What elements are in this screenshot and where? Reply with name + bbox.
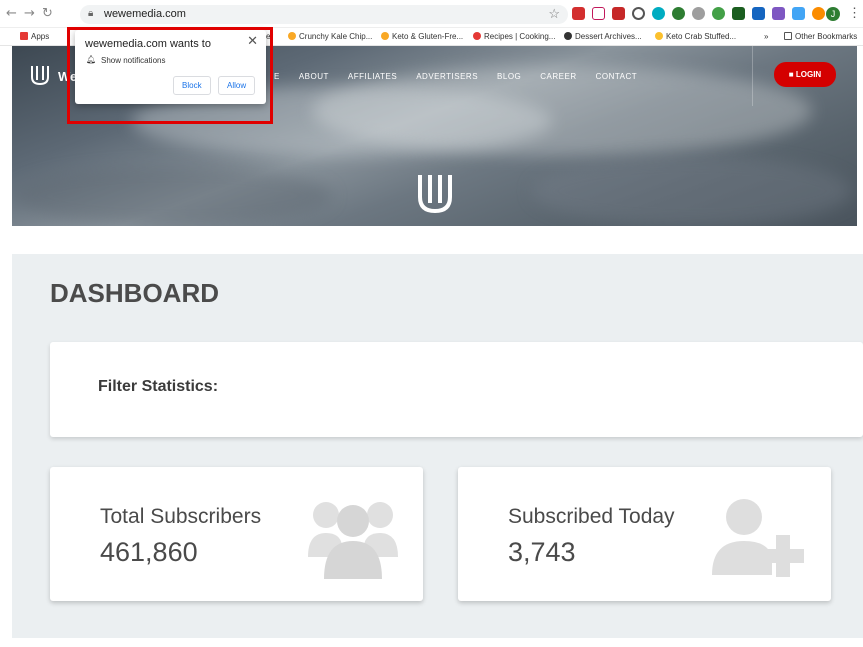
- bookmark-star-icon[interactable]: ☆: [548, 6, 560, 22]
- forward-icon[interactable]: →: [24, 6, 35, 21]
- bell-icon: 🔔︎: [86, 55, 97, 64]
- extension-icon[interactable]: [612, 7, 625, 20]
- close-icon[interactable]: ✕: [247, 33, 258, 49]
- extension-icon[interactable]: [812, 7, 825, 20]
- profile-avatar[interactable]: J: [826, 7, 840, 21]
- site-favicon-icon: [473, 32, 481, 40]
- bookmark-partial[interactable]: er: [266, 32, 273, 41]
- nav-item-home[interactable]: E: [274, 72, 280, 81]
- stat-label: Subscribed Today: [508, 505, 675, 528]
- bookmark-item[interactable]: Keto Crab Stuffed...: [655, 32, 736, 41]
- extension-icon[interactable]: [632, 7, 645, 20]
- back-icon[interactable]: ←: [6, 6, 17, 21]
- bookmark-item[interactable]: Recipes | Cooking...: [473, 32, 555, 41]
- site-favicon-icon: [288, 32, 296, 40]
- reload-icon[interactable]: ↻: [42, 6, 53, 21]
- popup-message: Show notifications: [101, 56, 166, 65]
- nav-item-blog[interactable]: BLOG: [497, 72, 521, 81]
- cloud-decoration: [532, 156, 852, 226]
- site-favicon-icon: [655, 32, 663, 40]
- extension-icon[interactable]: [592, 7, 605, 20]
- stat-label: Total Subscribers: [100, 505, 262, 528]
- extension-icon[interactable]: [692, 7, 705, 20]
- user-icon: ■: [788, 70, 794, 79]
- bookmark-apps[interactable]: Apps: [20, 32, 49, 41]
- folder-icon: [784, 32, 792, 40]
- login-button[interactable]: ■ LOGIN: [774, 62, 836, 87]
- extension-icon[interactable]: [732, 7, 745, 20]
- block-button[interactable]: Block: [173, 76, 211, 95]
- stat-card-subscribed-today: Subscribed Today 3,743: [458, 467, 831, 601]
- nav-item-affiliates[interactable]: AFFILIATES: [348, 72, 397, 81]
- nav-divider: [752, 46, 753, 106]
- hero-logo-icon: [418, 175, 452, 214]
- nav-item-contact[interactable]: CONTACT: [596, 72, 638, 81]
- extension-icon[interactable]: [652, 7, 665, 20]
- site-favicon-icon: [564, 32, 572, 40]
- extension-icon[interactable]: [752, 7, 765, 20]
- bookmark-item[interactable]: Dessert Archives...: [564, 32, 642, 41]
- notification-permission-popup: wewemedia.com wants to ✕ 🔔︎ Show notific…: [75, 30, 266, 104]
- extension-icon[interactable]: [792, 7, 805, 20]
- allow-button[interactable]: Allow: [218, 76, 256, 95]
- site-nav: E ABOUT AFFILIATES ADVERTISERS BLOG CARE…: [274, 72, 637, 81]
- bookmark-item[interactable]: Crunchy Kale Chip...: [288, 32, 372, 41]
- address-bar[interactable]: 🔒︎ wewemedia.com ☆: [80, 5, 568, 24]
- bookmark-item[interactable]: Keto & Gluten-Fre...: [381, 32, 463, 41]
- lock-icon: 🔒︎: [88, 8, 94, 19]
- extension-icons: [572, 7, 825, 21]
- stat-value: 3,743: [508, 537, 576, 567]
- more-menu-icon[interactable]: ⋮: [848, 5, 861, 21]
- popup-title: wewemedia.com wants to: [85, 38, 211, 50]
- bookmarks-overflow-button[interactable]: »: [764, 32, 768, 41]
- nav-item-about[interactable]: ABOUT: [299, 72, 329, 81]
- cloud-decoration: [12, 166, 332, 226]
- user-add-icon: [712, 499, 804, 577]
- url-text: wewemedia.com: [104, 8, 186, 20]
- bookmark-other[interactable]: Other Bookmarks: [784, 32, 857, 41]
- stat-value: 461,860: [100, 537, 198, 567]
- extension-icon[interactable]: [672, 7, 685, 20]
- dashboard-section: DASHBOARD Filter Statistics: Total Subsc…: [12, 254, 863, 638]
- page-title: DASHBOARD: [50, 278, 219, 308]
- site-logo-icon[interactable]: [30, 64, 50, 86]
- filter-label: Filter Statistics:: [98, 378, 219, 395]
- stat-card-total-subscribers: Total Subscribers 461,860: [50, 467, 423, 601]
- browser-toolbar: ← → ↻ 🔒︎ wewemedia.com ☆ J ⋮: [0, 0, 863, 28]
- filter-card: Filter Statistics:: [50, 342, 863, 437]
- nav-item-advertisers[interactable]: ADVERTISERS: [416, 72, 478, 81]
- site-favicon-icon: [381, 32, 389, 40]
- extension-icon[interactable]: [712, 7, 725, 20]
- apps-grid-icon: [20, 32, 28, 40]
- users-group-icon: [308, 502, 398, 579]
- nav-item-career[interactable]: CAREER: [540, 72, 576, 81]
- extension-icon[interactable]: [572, 7, 585, 20]
- extension-icon[interactable]: [772, 7, 785, 20]
